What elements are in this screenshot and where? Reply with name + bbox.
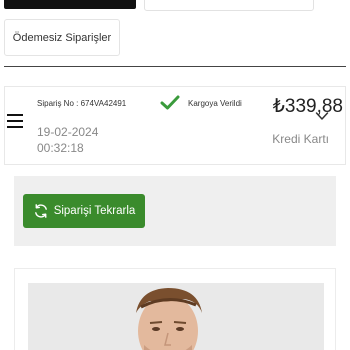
order-time: 00:32:18 bbox=[37, 141, 84, 155]
tab-inactive[interactable] bbox=[144, 0, 314, 11]
reorder-button[interactable]: Siparişi Tekrarla bbox=[23, 194, 145, 228]
reorder-label: Siparişi Tekrarla bbox=[53, 205, 136, 217]
order-price: ₺339,88 bbox=[272, 96, 343, 117]
chevron-down-icon[interactable] bbox=[315, 111, 329, 121]
model-photo bbox=[28, 283, 324, 350]
menu-icon[interactable] bbox=[7, 114, 23, 128]
product-card[interactable] bbox=[14, 268, 336, 350]
product-image[interactable] bbox=[28, 283, 324, 350]
payment-method: Kredi Kartı bbox=[272, 132, 329, 146]
order-number: Sipariş No : 674VA42491 bbox=[37, 99, 127, 108]
refresh-icon bbox=[34, 204, 47, 218]
reorder-section: Siparişi Tekrarla bbox=[14, 176, 336, 246]
order-card: Sipariş No : 674VA42491 Kargoya Verildi … bbox=[4, 86, 346, 165]
section-divider bbox=[4, 66, 346, 67]
check-icon bbox=[160, 95, 180, 110]
tab-active[interactable] bbox=[4, 0, 136, 9]
order-date: 19-02-2024 bbox=[37, 125, 99, 139]
order-status: Kargoya Verildi bbox=[188, 99, 242, 108]
unpaid-orders-label: Ödemesiz Siparişler bbox=[12, 31, 112, 44]
unpaid-orders-button[interactable]: Ödemesiz Siparişler bbox=[4, 19, 120, 56]
orders-page: Ödemesiz Siparişler Sipariş No : 674VA42… bbox=[0, 0, 350, 350]
